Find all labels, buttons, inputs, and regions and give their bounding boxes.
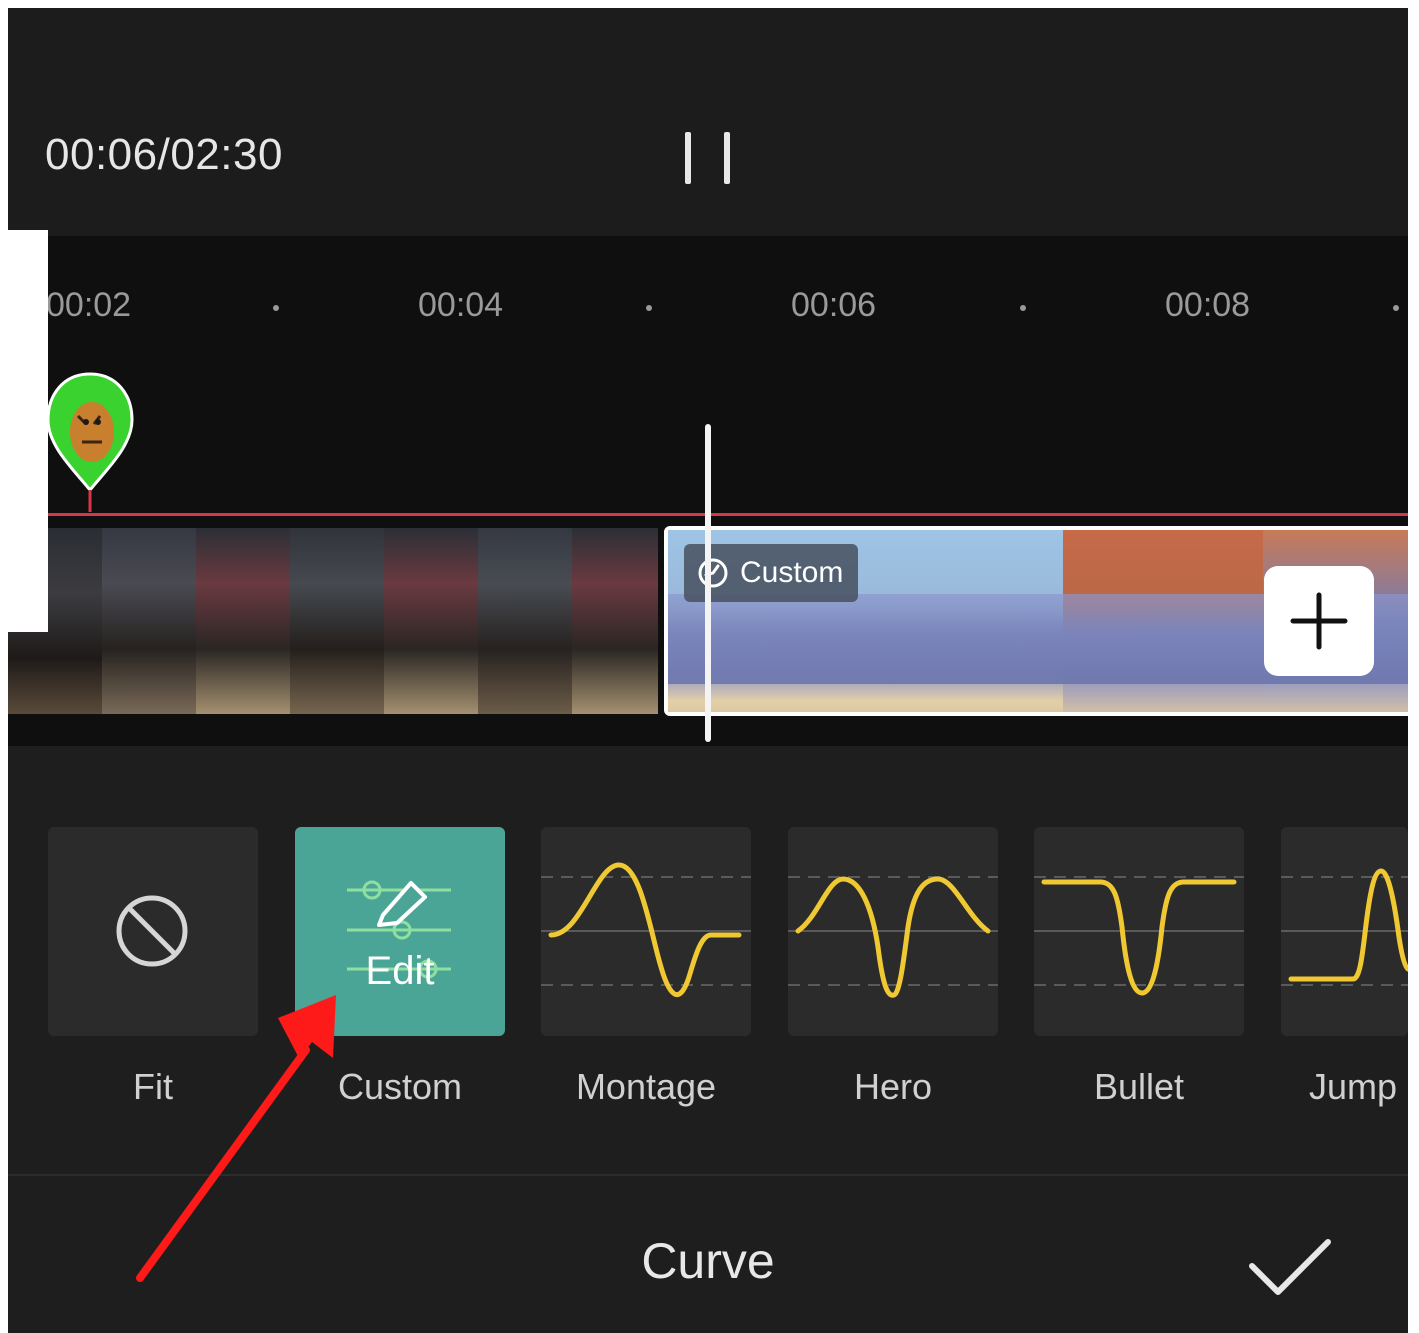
ruler-label: 00:04 (418, 286, 504, 324)
bullet-curve-icon (1034, 876, 1244, 996)
clip-frame (102, 528, 196, 714)
clip-frame (478, 528, 572, 714)
preset-label: Bullet (1093, 1066, 1185, 1107)
preset-hero[interactable] (788, 827, 998, 1036)
preset-label: Custom (337, 1066, 463, 1107)
curve-presets: Fit Edit Custom Montage Hero Bullet Jump (8, 746, 1408, 1176)
ruler-dot (1393, 305, 1399, 311)
playhead[interactable] (705, 424, 711, 742)
hero-curve-icon (788, 876, 998, 998)
clip-frame (572, 528, 658, 714)
clip-frame (196, 528, 290, 714)
ruler-label: 00:06 (791, 286, 877, 324)
time-display: 00:06/02:30 (45, 130, 283, 179)
preset-fit[interactable] (48, 827, 258, 1036)
preset-label: Fit (133, 1066, 173, 1107)
confirm-button[interactable] (1248, 1236, 1332, 1300)
pause-icon[interactable] (680, 132, 740, 188)
marker-line (48, 513, 1408, 516)
edit-pencil-icon (347, 880, 451, 979)
preset-jump[interactable] (1281, 827, 1408, 1036)
ruler-dot (646, 305, 652, 311)
clip-frame (384, 528, 478, 714)
sticker-marker[interactable] (46, 372, 134, 512)
preset-custom[interactable]: Edit (295, 827, 505, 1036)
crop-artifact (0, 230, 48, 632)
preset-montage[interactable] (541, 827, 751, 1036)
ruler-dot (1020, 305, 1026, 311)
add-clip-button[interactable] (1264, 566, 1374, 676)
preset-bullet[interactable] (1034, 827, 1244, 1036)
preset-label: Jump (1308, 1066, 1398, 1107)
clip-speed-tag-label: Custom (740, 556, 844, 589)
preset-edit-label: Edit (365, 949, 435, 993)
preset-label: Montage (575, 1066, 717, 1107)
app-window: 00:06/02:30 00:02 00:04 00:06 00:08 Cust… (8, 8, 1408, 1333)
plus-icon (1290, 592, 1348, 650)
clip-concert[interactable] (8, 528, 658, 714)
bottom-bar: Curve (8, 1176, 1408, 1333)
ruler-dot (273, 305, 279, 311)
panel-title: Curve (641, 1233, 775, 1289)
ruler-label: 00:08 (1165, 286, 1251, 324)
montage-curve-icon (541, 862, 751, 998)
none-icon (116, 895, 188, 967)
jump-curve-icon (1281, 868, 1408, 986)
ruler-label: 00:02 (46, 286, 132, 324)
preset-label: Hero (853, 1066, 933, 1107)
checkmark-icon (1249, 1239, 1331, 1295)
speed-curve-icon (698, 558, 728, 588)
clip-frame (290, 528, 384, 714)
player-bar: 00:06/02:30 (8, 8, 1408, 236)
